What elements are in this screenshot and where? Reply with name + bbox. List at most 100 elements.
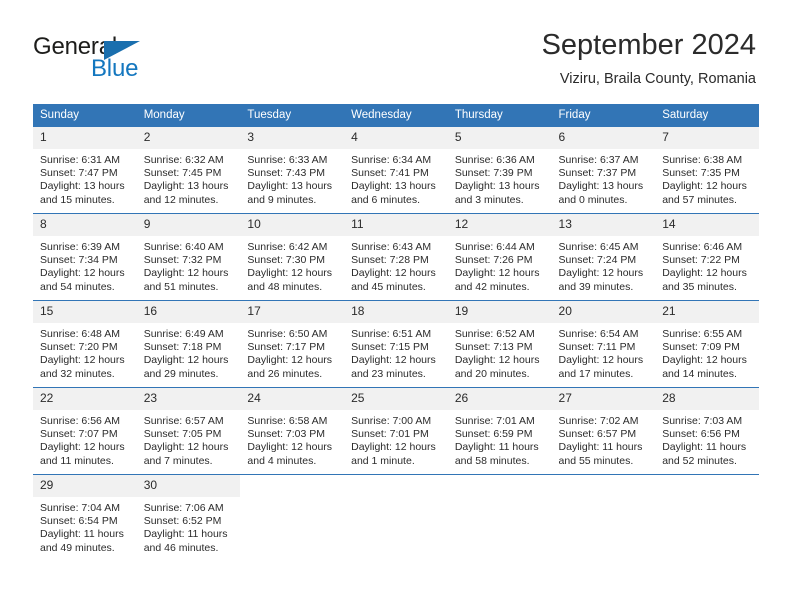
daylight-text-line1: Daylight: 12 hours bbox=[351, 267, 436, 280]
daylight-text-line1: Daylight: 12 hours bbox=[40, 441, 125, 454]
day-cell[interactable]: 13 Sunrise: 6:45 AM Sunset: 7:24 PM Dayl… bbox=[551, 213, 656, 301]
daylight-text-line1: Daylight: 12 hours bbox=[662, 180, 747, 193]
day-number: 4 bbox=[344, 127, 448, 149]
daylight-text-line2: and 14 minutes. bbox=[662, 367, 737, 380]
day-cell[interactable]: 5 Sunrise: 6:36 AM Sunset: 7:39 PM Dayli… bbox=[447, 127, 552, 214]
day-cell[interactable]: 8 Sunrise: 6:39 AM Sunset: 7:34 PM Dayli… bbox=[33, 213, 137, 301]
day-number: 14 bbox=[655, 214, 759, 236]
daylight-text-line1: Daylight: 11 hours bbox=[454, 441, 539, 454]
day-cell[interactable]: 11 Sunrise: 6:43 AM Sunset: 7:28 PM Dayl… bbox=[344, 213, 448, 301]
daylight-text-line1: Daylight: 12 hours bbox=[143, 267, 229, 280]
calendar-table: Sunday Monday Tuesday Wednesday Thursday… bbox=[33, 104, 759, 561]
day-number: 27 bbox=[551, 388, 656, 410]
day-cell[interactable]: 19 Sunrise: 6:52 AM Sunset: 7:13 PM Dayl… bbox=[447, 300, 552, 388]
day-cell[interactable]: 1 Sunrise: 6:31 AM Sunset: 7:47 PM Dayli… bbox=[33, 127, 137, 214]
day-number: 1 bbox=[33, 127, 137, 149]
sunrise-text: Sunrise: 7:02 AM bbox=[558, 415, 639, 427]
day-cell[interactable]: 3 Sunrise: 6:33 AM Sunset: 7:43 PM Dayli… bbox=[240, 127, 345, 214]
sunset-text: Sunset: 7:17 PM bbox=[247, 341, 326, 354]
day-number: 24 bbox=[240, 388, 345, 410]
day-number: 7 bbox=[655, 127, 759, 149]
day-cell[interactable]: 18 Sunrise: 6:51 AM Sunset: 7:15 PM Dayl… bbox=[344, 300, 448, 388]
sunrise-text: Sunrise: 6:42 AM bbox=[247, 241, 328, 253]
sunrise-text: Sunrise: 6:44 AM bbox=[454, 241, 535, 253]
day-cell[interactable]: 24 Sunrise: 6:58 AM Sunset: 7:03 PM Dayl… bbox=[240, 387, 345, 475]
day-number: 21 bbox=[655, 301, 759, 323]
sunset-text: Sunset: 6:57 PM bbox=[558, 428, 637, 441]
sunrise-text: Sunrise: 7:06 AM bbox=[143, 502, 224, 514]
sunset-text: Sunset: 6:59 PM bbox=[454, 428, 533, 441]
page-title: September 2024 bbox=[541, 29, 756, 61]
day-cell-empty bbox=[655, 474, 759, 561]
sunset-text: Sunset: 7:13 PM bbox=[454, 341, 533, 354]
day-info: Sunrise: 6:50 AM Sunset: 7:17 PM Dayligh… bbox=[240, 323, 344, 381]
daylight-text-line1: Daylight: 12 hours bbox=[558, 267, 644, 280]
sunset-text: Sunset: 7:24 PM bbox=[558, 254, 637, 267]
daylight-text-line1: Daylight: 12 hours bbox=[351, 441, 436, 454]
general-blue-logo[interactable]: General Blue bbox=[33, 33, 243, 85]
daylight-text-line1: Daylight: 12 hours bbox=[662, 354, 747, 367]
day-cell[interactable]: 2 Sunrise: 6:32 AM Sunset: 7:45 PM Dayli… bbox=[136, 127, 241, 214]
day-cell[interactable]: 12 Sunrise: 6:44 AM Sunset: 7:26 PM Dayl… bbox=[447, 213, 552, 301]
sunrise-text: Sunrise: 6:46 AM bbox=[662, 241, 743, 253]
calendar-week-row: 1 Sunrise: 6:31 AM Sunset: 7:47 PM Dayli… bbox=[33, 127, 759, 214]
day-info: Sunrise: 6:36 AM Sunset: 7:39 PM Dayligh… bbox=[448, 149, 552, 207]
day-cell[interactable]: 20 Sunrise: 6:54 AM Sunset: 7:11 PM Dayl… bbox=[551, 300, 656, 388]
day-cell[interactable]: 7 Sunrise: 6:38 AM Sunset: 7:35 PM Dayli… bbox=[655, 127, 759, 214]
day-cell[interactable]: 22 Sunrise: 6:56 AM Sunset: 7:07 PM Dayl… bbox=[33, 387, 137, 475]
day-cell[interactable]: 10 Sunrise: 6:42 AM Sunset: 7:30 PM Dayl… bbox=[240, 213, 345, 301]
sunset-text: Sunset: 7:03 PM bbox=[247, 428, 326, 441]
calendar-body: 1 Sunrise: 6:31 AM Sunset: 7:47 PM Dayli… bbox=[33, 127, 759, 561]
daylight-text-line1: Daylight: 11 hours bbox=[143, 528, 228, 541]
day-cell[interactable]: 16 Sunrise: 6:49 AM Sunset: 7:18 PM Dayl… bbox=[136, 300, 241, 388]
sunrise-text: Sunrise: 6:52 AM bbox=[454, 328, 535, 340]
sunrise-text: Sunrise: 6:39 AM bbox=[40, 241, 120, 253]
day-cell[interactable]: 6 Sunrise: 6:37 AM Sunset: 7:37 PM Dayli… bbox=[551, 127, 656, 214]
daylight-text-line2: and 9 minutes. bbox=[247, 193, 317, 206]
daylight-text-line1: Daylight: 13 hours bbox=[454, 180, 540, 193]
daylight-text-line1: Daylight: 13 hours bbox=[558, 180, 644, 193]
day-cell[interactable]: 25 Sunrise: 7:00 AM Sunset: 7:01 PM Dayl… bbox=[344, 387, 448, 475]
day-cell[interactable]: 23 Sunrise: 6:57 AM Sunset: 7:05 PM Dayl… bbox=[136, 387, 241, 475]
day-cell[interactable]: 14 Sunrise: 6:46 AM Sunset: 7:22 PM Dayl… bbox=[655, 213, 759, 301]
day-number bbox=[551, 475, 656, 497]
weekday-header-wednesday: Wednesday bbox=[344, 104, 448, 127]
daylight-text-line1: Daylight: 13 hours bbox=[247, 180, 333, 193]
calendar-week-row: 15 Sunrise: 6:48 AM Sunset: 7:20 PM Dayl… bbox=[33, 300, 759, 388]
calendar-week-row: 8 Sunrise: 6:39 AM Sunset: 7:34 PM Dayli… bbox=[33, 213, 759, 301]
daylight-text-line2: and 52 minutes. bbox=[662, 454, 737, 467]
day-cell[interactable]: 27 Sunrise: 7:02 AM Sunset: 6:57 PM Dayl… bbox=[551, 387, 656, 475]
day-cell[interactable]: 9 Sunrise: 6:40 AM Sunset: 7:32 PM Dayli… bbox=[136, 213, 241, 301]
day-info: Sunrise: 6:43 AM Sunset: 7:28 PM Dayligh… bbox=[344, 236, 448, 294]
daylight-text-line2: and 0 minutes. bbox=[558, 193, 628, 206]
day-cell[interactable]: 15 Sunrise: 6:48 AM Sunset: 7:20 PM Dayl… bbox=[33, 300, 137, 388]
sunset-text: Sunset: 7:30 PM bbox=[247, 254, 326, 267]
day-cell[interactable]: 28 Sunrise: 7:03 AM Sunset: 6:56 PM Dayl… bbox=[655, 387, 759, 475]
weekday-header-sunday: Sunday bbox=[33, 104, 137, 127]
sunrise-text: Sunrise: 6:36 AM bbox=[454, 154, 535, 166]
day-info: Sunrise: 7:04 AM Sunset: 6:54 PM Dayligh… bbox=[33, 497, 137, 555]
daylight-text-line2: and 26 minutes. bbox=[247, 367, 323, 380]
day-cell[interactable]: 4 Sunrise: 6:34 AM Sunset: 7:41 PM Dayli… bbox=[344, 127, 448, 214]
sunrise-text: Sunrise: 6:34 AM bbox=[351, 154, 432, 166]
day-cell-empty bbox=[344, 474, 448, 561]
day-info: Sunrise: 6:44 AM Sunset: 7:26 PM Dayligh… bbox=[448, 236, 552, 294]
daylight-text-line1: Daylight: 12 hours bbox=[143, 354, 229, 367]
sunrise-text: Sunrise: 7:00 AM bbox=[351, 415, 432, 427]
day-number: 3 bbox=[240, 127, 345, 149]
day-cell[interactable]: 21 Sunrise: 6:55 AM Sunset: 7:09 PM Dayl… bbox=[655, 300, 759, 388]
daylight-text-line2: and 15 minutes. bbox=[40, 193, 115, 206]
day-cell[interactable]: 29 Sunrise: 7:04 AM Sunset: 6:54 PM Dayl… bbox=[33, 474, 137, 561]
day-info: Sunrise: 6:38 AM Sunset: 7:35 PM Dayligh… bbox=[655, 149, 759, 207]
day-info: Sunrise: 7:00 AM Sunset: 7:01 PM Dayligh… bbox=[344, 410, 448, 468]
daylight-text-line1: Daylight: 13 hours bbox=[143, 180, 229, 193]
day-info: Sunrise: 6:31 AM Sunset: 7:47 PM Dayligh… bbox=[33, 149, 137, 207]
daylight-text-line2: and 3 minutes. bbox=[454, 193, 524, 206]
day-cell[interactable]: 17 Sunrise: 6:50 AM Sunset: 7:17 PM Dayl… bbox=[240, 300, 345, 388]
daylight-text-line2: and 23 minutes. bbox=[351, 367, 426, 380]
day-number: 22 bbox=[33, 388, 137, 410]
daylight-text-line1: Daylight: 12 hours bbox=[454, 354, 540, 367]
daylight-text-line2: and 49 minutes. bbox=[40, 541, 115, 554]
day-cell[interactable]: 26 Sunrise: 7:01 AM Sunset: 6:59 PM Dayl… bbox=[447, 387, 552, 475]
day-cell[interactable]: 30 Sunrise: 7:06 AM Sunset: 6:52 PM Dayl… bbox=[136, 474, 241, 561]
